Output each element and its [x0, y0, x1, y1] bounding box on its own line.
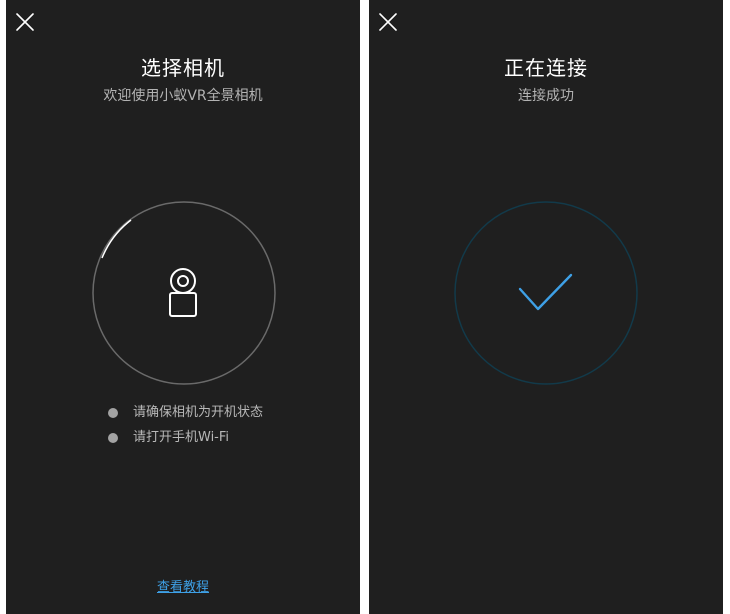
page-subtitle: 连接成功 — [518, 88, 574, 104]
camera-icon — [169, 268, 197, 317]
progress-arc — [101, 219, 132, 259]
close-button[interactable] — [375, 9, 401, 35]
page-title: 正在连接 — [504, 56, 588, 80]
connection-success-ring — [453, 200, 639, 386]
close-icon — [379, 13, 397, 31]
close-icon — [16, 13, 34, 31]
close-button[interactable] — [12, 9, 38, 35]
camera-search-ring — [91, 200, 277, 386]
checkmark-icon — [518, 273, 573, 311]
connecting-screen: 正在连接 连接成功 — [369, 0, 723, 614]
page-subtitle: 欢迎使用小蚁VR全景相机 — [103, 88, 263, 104]
select-camera-screen: 选择相机 欢迎使用小蚁VR全景相机 请确保相机为开机状态 请打开手机Wi-Fi … — [6, 0, 360, 614]
bullet-icon — [108, 433, 118, 443]
view-tutorial-link[interactable]: 查看教程 — [6, 576, 360, 595]
bullet-icon — [108, 408, 118, 418]
page-title: 选择相机 — [141, 56, 225, 80]
